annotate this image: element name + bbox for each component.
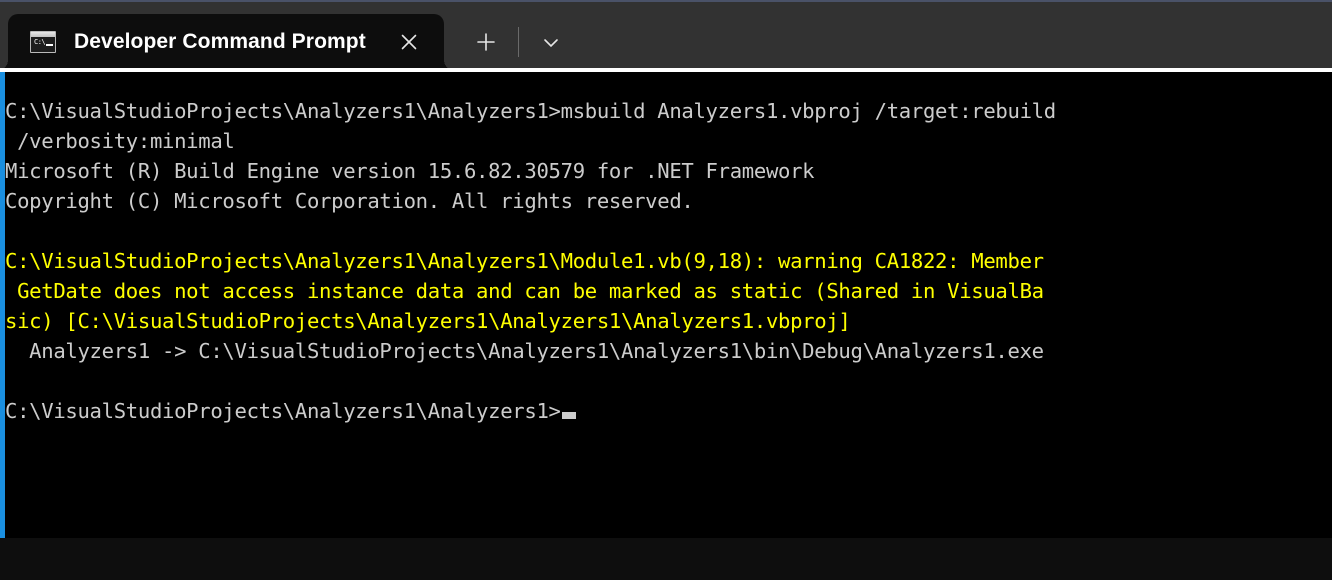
terminal-output: C:\VisualStudioProjects\Analyzers1\Analy… <box>5 72 1332 426</box>
new-tab-icon[interactable] <box>464 20 508 64</box>
terminal-line: /verbosity:minimal <box>5 129 235 153</box>
title-bar[interactable]: C:\ Developer Command Prompt <box>0 0 1332 70</box>
terminal-pane[interactable]: C:\VisualStudioProjects\Analyzers1\Analy… <box>0 72 1332 538</box>
tab-developer-command-prompt[interactable]: C:\ Developer Command Prompt <box>0 14 454 70</box>
terminal-line: C:\VisualStudioProjects\Analyzers1\Analy… <box>5 99 1056 123</box>
window-bottom-bar <box>0 538 1332 580</box>
terminal-window: C:\ Developer Command Prompt C:\VisualSt… <box>0 0 1332 580</box>
tab-actions <box>464 20 573 70</box>
console-icon: C:\ <box>30 31 56 53</box>
terminal-line: Copyright (C) Microsoft Corporation. All… <box>5 189 694 213</box>
close-icon[interactable] <box>392 25 426 59</box>
chevron-down-icon[interactable] <box>529 20 573 64</box>
tab-title: Developer Command Prompt <box>74 30 366 53</box>
terminal-line: Microsoft (R) Build Engine version 15.6.… <box>5 159 815 183</box>
console-icon-text: C:\ <box>34 38 46 46</box>
terminal-line: C:\VisualStudioProjects\Analyzers1\Analy… <box>5 249 1044 273</box>
terminal-line: GetDate does not access instance data an… <box>5 279 1044 303</box>
terminal-line: C:\VisualStudioProjects\Analyzers1\Analy… <box>5 396 1332 426</box>
terminal-cursor <box>561 412 576 419</box>
terminal-line: sic) [C:\VisualStudioProjects\Analyzers1… <box>5 309 851 333</box>
toolbar-divider <box>517 27 519 57</box>
tab-strip: C:\ Developer Command Prompt <box>0 4 573 70</box>
terminal-line: Analyzers1 -> C:\VisualStudioProjects\An… <box>5 339 1044 363</box>
